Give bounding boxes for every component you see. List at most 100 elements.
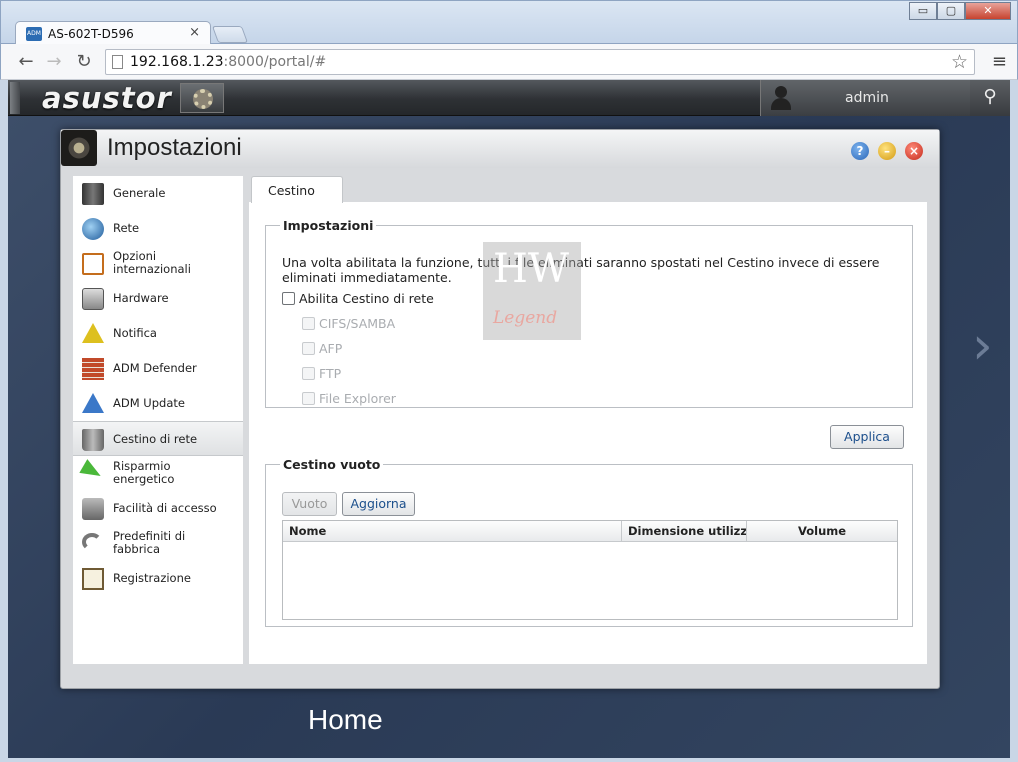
undo-arrow-icon [82, 533, 102, 551]
column-header-dimensione[interactable]: Dimensione utilizzata [622, 521, 747, 542]
user-icon [769, 86, 793, 110]
settings-gear-icon [193, 89, 213, 109]
settings-content: Cestino Impostazioni Una volta abilitata… [249, 176, 927, 664]
browser-tab[interactable]: ADM AS-602T-D596 × [15, 21, 211, 46]
url-host: 192.168.1.23 [130, 54, 224, 70]
help-button[interactable]: ? [851, 142, 869, 160]
column-header-volume[interactable]: Volume [747, 521, 897, 542]
sidebar-item-registrazione[interactable]: Registrazione [73, 561, 243, 596]
sidebar-item-label: Predefiniti di fabbrica [113, 529, 186, 556]
maximize-window-button[interactable]: ▢ [937, 2, 965, 20]
checkbox-label: FTP [319, 366, 342, 381]
hwlegend-watermark: HW Legend [483, 242, 581, 340]
browser-toolbar: ← → ↻ 192.168.1.23:8000/portal/# ☆ ≡ [0, 44, 1018, 80]
back-arrow-icon[interactable]: ← [15, 51, 37, 72]
page-icon [112, 55, 123, 69]
lightning-icon [79, 459, 105, 483]
checkbox-box[interactable] [282, 292, 295, 305]
username: admin [845, 90, 889, 106]
arrow-up-icon [82, 393, 104, 413]
close-button[interactable]: × [905, 142, 923, 160]
checkbox-box[interactable] [302, 367, 315, 380]
search-icon[interactable]: ⚲ [970, 80, 1010, 116]
calendar-clock-icon [82, 253, 104, 275]
tab-title: AS-602T-D596 [48, 27, 134, 41]
empty-button[interactable]: Vuoto [282, 492, 337, 516]
hard-drive-icon [82, 288, 104, 310]
sidebar-item-label: Opzioni internazionali [113, 249, 191, 276]
sidebar-item-hardware[interactable]: Hardware [73, 281, 243, 316]
sidebar-item-adm-update[interactable]: ADM Update [73, 386, 243, 421]
sidebar-item-label: Rete [113, 221, 140, 235]
apply-button[interactable]: Applica [830, 425, 904, 449]
globe-icon [82, 218, 104, 240]
file-explorer-checkbox[interactable]: File Explorer [302, 391, 396, 406]
recycle-bin-description: Una volta abilitata la funzione, tutti i… [282, 255, 880, 285]
trash-grid: Nome Dimensione utilizzata Volume [282, 520, 898, 620]
url-path: :8000/portal/# [223, 54, 327, 70]
cifs-samba-checkbox[interactable]: CIFS/SAMBA [302, 316, 395, 331]
grid-header: Nome Dimensione utilizzata Volume [283, 521, 897, 542]
settings-sidebar: Generale Rete Opzioni internazionali Har… [73, 176, 243, 664]
sidebar-item-generale[interactable]: Generale [73, 176, 243, 211]
new-tab-button[interactable] [211, 26, 249, 43]
printer-icon [82, 498, 104, 520]
refresh-button[interactable]: Aggiorna [342, 492, 415, 516]
sidebar-item-label: Hardware [113, 291, 169, 305]
enable-recycle-bin-checkbox[interactable]: Abilita Cestino di rete [282, 291, 434, 306]
window-title-bar[interactable]: Impostazioni ? – × [61, 130, 939, 168]
sidebar-item-facilita-di-accesso[interactable]: Facilità di accesso [73, 491, 243, 526]
close-window-button[interactable]: ✕ [965, 2, 1011, 20]
settings-window: Impostazioni ? – × Generale Rete Opzioni… [60, 129, 940, 689]
sidebar-item-cestino-di-rete[interactable]: Cestino di rete [73, 421, 243, 456]
sidebar-item-rete[interactable]: Rete [73, 211, 243, 246]
cestino-vuoto-fieldset: Cestino vuoto Vuoto Aggiorna Nome Dimens… [265, 457, 913, 627]
clipboard-icon [82, 568, 104, 590]
adm-favicon-icon: ADM [26, 27, 42, 41]
address-bar[interactable]: 192.168.1.23:8000/portal/# ☆ [105, 49, 975, 75]
browser-menu-icon[interactable]: ≡ [992, 51, 1007, 72]
sidebar-item-label: ADM Update [113, 396, 185, 410]
window-title: Impostazioni [107, 134, 242, 161]
adm-top-bar: asustor admin ⚲ [8, 80, 1010, 116]
impostazioni-legend: Impostazioni [283, 218, 374, 233]
minimize-window-button[interactable]: ▭ [909, 2, 937, 20]
sidebar-item-label: ADM Defender [113, 361, 197, 375]
browser-title-bar: ADM AS-602T-D596 × ▭ ▢ ✕ [0, 0, 1018, 46]
server-icon [82, 183, 104, 205]
tab-close-icon[interactable]: × [189, 25, 200, 40]
sidebar-item-risparmio-energetico[interactable]: Risparmio energetico [73, 456, 243, 491]
sidebar-item-predefiniti-di-fabbrica[interactable]: Predefiniti di fabbrica [73, 526, 243, 561]
bookmark-star-icon[interactable]: ☆ [951, 51, 968, 73]
sidebar-item-adm-defender[interactable]: ADM Defender [73, 351, 243, 386]
sidebar-item-label: Facilità di accesso [113, 501, 217, 515]
forward-arrow-icon[interactable]: → [43, 51, 65, 72]
checkbox-box[interactable] [302, 342, 315, 355]
tab-cestino[interactable]: Cestino [251, 176, 343, 203]
taskbar-handle[interactable] [10, 82, 20, 114]
url-text: 192.168.1.23:8000/portal/# [130, 54, 326, 70]
trash-icon [82, 429, 104, 451]
checkbox-box[interactable] [302, 317, 315, 330]
watermark-bottom: Legend [493, 308, 558, 328]
afp-checkbox[interactable]: AFP [302, 341, 342, 356]
cestino-vuoto-legend: Cestino vuoto [283, 457, 381, 472]
user-menu[interactable]: admin [760, 80, 970, 116]
column-header-nome[interactable]: Nome [283, 521, 622, 542]
checkbox-label: Abilita Cestino di rete [299, 291, 434, 306]
firewall-icon [82, 358, 104, 380]
sidebar-item-label: Registrazione [113, 571, 191, 585]
next-page-arrow-icon[interactable]: › [972, 316, 993, 376]
minimize-button[interactable]: – [878, 142, 896, 160]
checkbox-box[interactable] [302, 392, 315, 405]
settings-app-icon [61, 130, 97, 166]
desktop-home-label: Home [308, 704, 383, 735]
sidebar-item-label: Notifica [113, 326, 157, 340]
checkbox-label: File Explorer [319, 391, 396, 406]
sidebar-item-notifica[interactable]: Notifica [73, 316, 243, 351]
sidebar-item-label: Cestino di rete [113, 432, 198, 446]
app-launcher-button[interactable] [180, 83, 224, 113]
reload-icon[interactable]: ↻ [73, 51, 95, 72]
sidebar-item-opzioni-internazionali[interactable]: Opzioni internazionali [73, 246, 243, 281]
ftp-checkbox[interactable]: FTP [302, 366, 341, 381]
